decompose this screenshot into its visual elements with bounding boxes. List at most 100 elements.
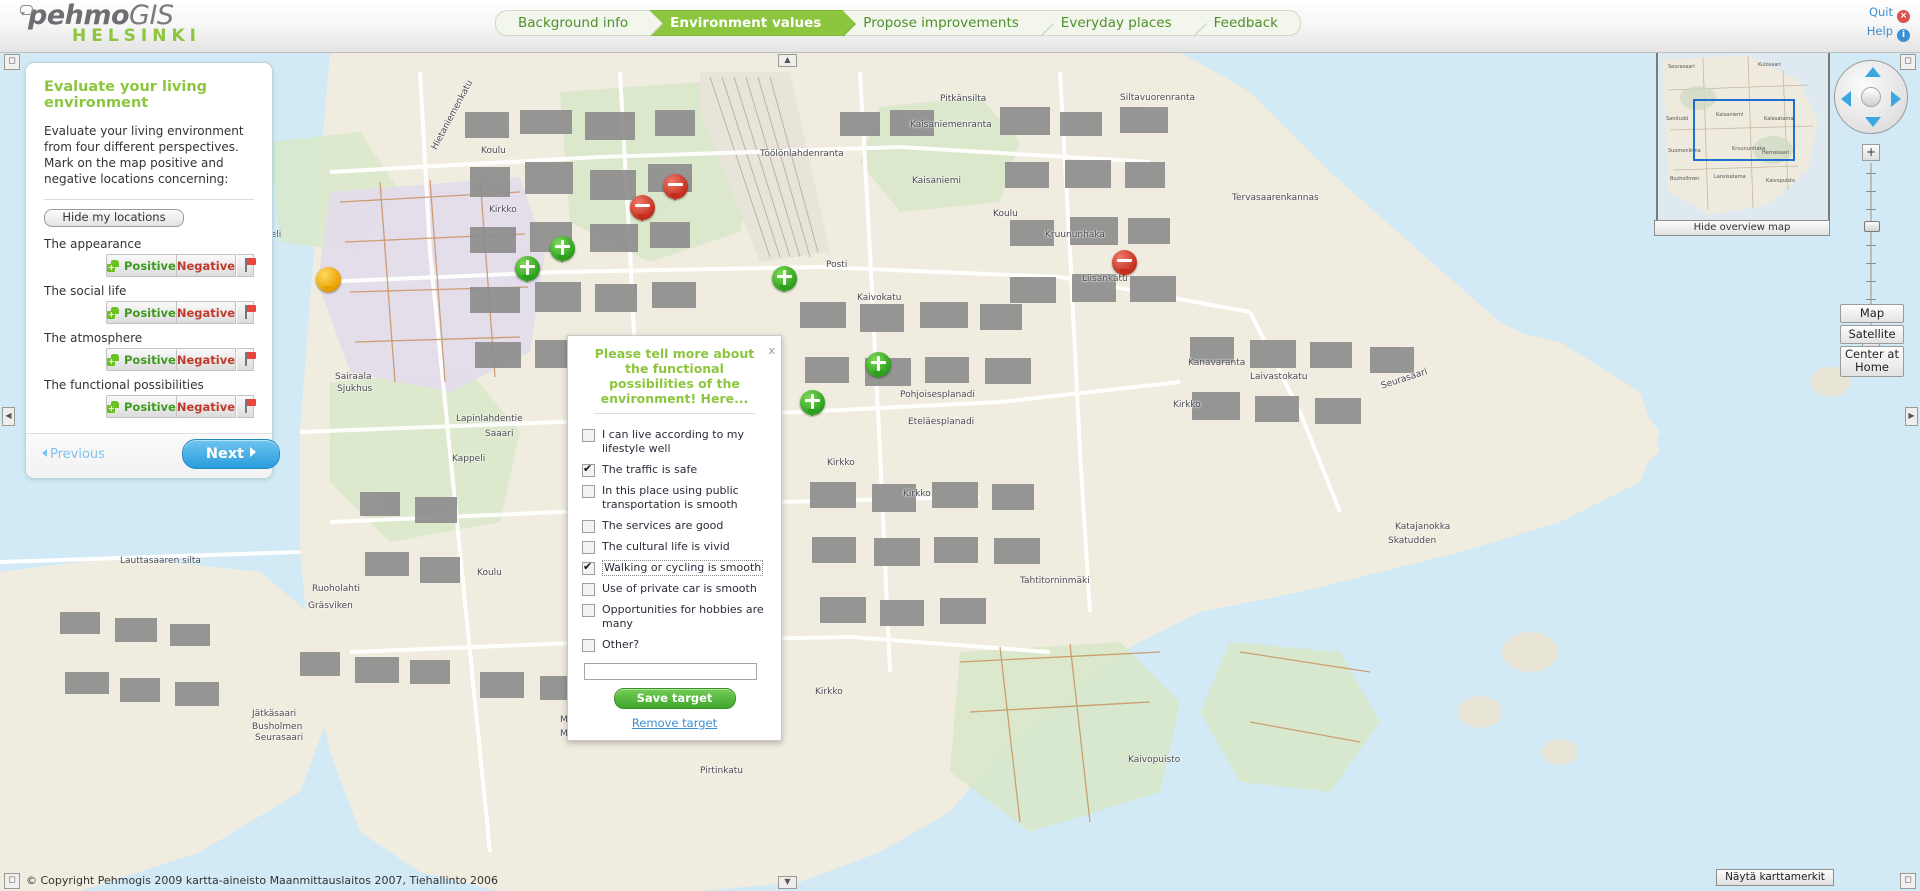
option-row[interactable]: In this place using public transportatio… bbox=[582, 484, 771, 512]
checkbox-checked[interactable] bbox=[582, 560, 595, 575]
map-type-map-button[interactable]: Map bbox=[1840, 304, 1904, 323]
red-flag-icon[interactable] bbox=[237, 301, 256, 324]
pan-center-button[interactable] bbox=[1861, 87, 1881, 107]
negative-button[interactable]: Negative bbox=[176, 254, 237, 277]
negative-button[interactable]: Negative bbox=[176, 395, 237, 418]
positive-marker[interactable] bbox=[772, 266, 798, 299]
hide-my-locations-button[interactable]: Hide my locations bbox=[44, 209, 184, 227]
red-flag-icon[interactable] bbox=[237, 254, 256, 277]
arrow-left-icon[interactable] bbox=[1841, 91, 1851, 107]
arrow-right-icon[interactable] bbox=[1891, 91, 1901, 107]
map-canvas[interactable]: KappeliKirkkoKouluHietaniemenkatuLapinla… bbox=[0, 52, 1920, 891]
help-link[interactable]: Help bbox=[1867, 24, 1893, 38]
pan-control[interactable] bbox=[1834, 60, 1908, 134]
close-icon[interactable]: x bbox=[768, 344, 775, 357]
negative-button[interactable]: Negative bbox=[176, 348, 237, 371]
next-label: Next bbox=[205, 446, 245, 462]
arrow-up-icon[interactable] bbox=[1865, 67, 1881, 77]
positive-marker[interactable] bbox=[800, 390, 826, 423]
info-circle-icon[interactable]: i bbox=[1897, 29, 1910, 42]
option-row[interactable]: The services are good bbox=[582, 519, 771, 533]
marker-pin[interactable] bbox=[1112, 250, 1137, 277]
marker-pin[interactable] bbox=[550, 236, 575, 263]
arrow-down-icon[interactable] bbox=[1865, 117, 1881, 127]
negative-marker[interactable] bbox=[663, 174, 689, 207]
checkbox[interactable] bbox=[582, 485, 595, 498]
hide-overview-map-button[interactable]: Hide overview map bbox=[1654, 220, 1830, 236]
marker-pin[interactable] bbox=[772, 266, 797, 293]
positive-button[interactable]: + Positive bbox=[106, 301, 177, 324]
marker-pin[interactable] bbox=[316, 267, 341, 294]
positive-marker[interactable] bbox=[515, 256, 541, 289]
map-corner-topleft-button[interactable]: ◻ bbox=[4, 54, 20, 70]
center-at-home-button[interactable]: Center at Home bbox=[1840, 346, 1904, 377]
map-type-satellite-button[interactable]: Satellite bbox=[1840, 325, 1904, 344]
tab-propose-improvements[interactable]: Propose improvements bbox=[843, 10, 1054, 37]
checkbox[interactable] bbox=[582, 520, 595, 533]
category-rating-row: + Positive Negative bbox=[106, 301, 256, 324]
next-button[interactable]: Next bbox=[182, 439, 280, 469]
tab-environment-values[interactable]: Environment values bbox=[650, 10, 857, 37]
collapse-bottom-handle[interactable]: ▼ bbox=[778, 876, 797, 889]
marker-pin[interactable] bbox=[800, 390, 825, 417]
tab-everyday-places[interactable]: Everyday places bbox=[1040, 10, 1207, 37]
option-row[interactable]: Other? bbox=[582, 638, 771, 652]
option-row[interactable]: Use of private car is smooth bbox=[582, 582, 771, 596]
save-target-button[interactable]: Save target bbox=[613, 688, 736, 709]
map-corner-bottomleft-button[interactable]: ◻ bbox=[4, 873, 20, 889]
zoom-in-button[interactable]: + bbox=[1862, 144, 1880, 161]
option-label: In this place using public transportatio… bbox=[602, 484, 739, 511]
checkbox[interactable] bbox=[582, 604, 595, 617]
tab-background-info[interactable]: Background info bbox=[495, 10, 664, 37]
target-details-popup: Please tell more about the functional po… bbox=[567, 335, 782, 741]
checkbox[interactable] bbox=[582, 429, 595, 442]
zoom-handle[interactable] bbox=[1864, 221, 1880, 232]
negative-marker[interactable] bbox=[1112, 250, 1138, 283]
zoom-tick bbox=[1866, 191, 1876, 192]
positive-label: Positive bbox=[124, 352, 176, 367]
remove-target-link[interactable]: Remove target bbox=[568, 716, 781, 740]
negative-marker[interactable] bbox=[630, 195, 656, 228]
collapse-top-handle[interactable]: ▲ bbox=[778, 54, 797, 67]
header-actions: Quit × Help i bbox=[1867, 4, 1910, 42]
checkbox-checked[interactable] bbox=[582, 462, 595, 477]
home-marker[interactable] bbox=[316, 267, 342, 300]
collapse-left-panel-handle[interactable]: ◀ bbox=[2, 407, 15, 426]
marker-pin[interactable] bbox=[866, 352, 891, 379]
marker-pin[interactable] bbox=[515, 256, 540, 283]
copyright-text: © Copyright Pehmogis 2009 kartta-aineist… bbox=[26, 874, 499, 887]
checkbox[interactable] bbox=[582, 583, 595, 596]
negative-button[interactable]: Negative bbox=[176, 301, 237, 324]
checkbox[interactable] bbox=[582, 639, 595, 652]
quit-link[interactable]: Quit bbox=[1869, 5, 1893, 19]
option-row[interactable]: I can live according to my lifestyle wel… bbox=[582, 428, 771, 456]
positive-button[interactable]: + Positive bbox=[106, 348, 177, 371]
marker-pin[interactable] bbox=[630, 195, 655, 222]
option-row[interactable]: Walking or cycling is smooth bbox=[582, 560, 771, 576]
help-row[interactable]: Help i bbox=[1867, 23, 1910, 42]
overview-map[interactable]: Seurasaari Kulosaari Sandudd Kaisaniemi Ka… bbox=[1656, 52, 1830, 224]
other-text-input[interactable] bbox=[584, 663, 757, 680]
positive-button[interactable]: + Positive bbox=[106, 395, 177, 418]
previous-button[interactable]: Previous bbox=[42, 447, 105, 462]
show-map-legend-button[interactable]: Näytä karttamerkit bbox=[1716, 869, 1834, 886]
positive-marker[interactable] bbox=[550, 236, 576, 269]
red-flag-icon[interactable] bbox=[237, 395, 256, 418]
marker-pin[interactable] bbox=[663, 174, 688, 201]
option-row[interactable]: The cultural life is vivid bbox=[582, 540, 771, 554]
category-rating-row: + Positive Negative bbox=[106, 254, 256, 277]
collapse-right-panel-handle[interactable]: ▶ bbox=[1905, 407, 1918, 426]
option-row[interactable]: The traffic is safe bbox=[582, 462, 771, 477]
tab-feedback[interactable]: Feedback bbox=[1193, 10, 1301, 36]
close-circle-icon[interactable]: × bbox=[1897, 10, 1910, 23]
quit-row[interactable]: Quit × bbox=[1867, 4, 1910, 23]
positive-button[interactable]: + Positive bbox=[106, 254, 177, 277]
red-flag-icon[interactable] bbox=[237, 348, 256, 371]
map-corner-bottomright-button[interactable]: ◻ bbox=[1900, 873, 1916, 889]
positive-marker[interactable] bbox=[866, 352, 892, 385]
previous-label: Previous bbox=[50, 447, 105, 462]
checkbox[interactable] bbox=[582, 541, 595, 554]
map-graphics bbox=[0, 52, 1920, 891]
option-row[interactable]: Opportunities for hobbies are many bbox=[582, 603, 771, 631]
thumbs-up-plus-icon: + bbox=[107, 259, 120, 272]
